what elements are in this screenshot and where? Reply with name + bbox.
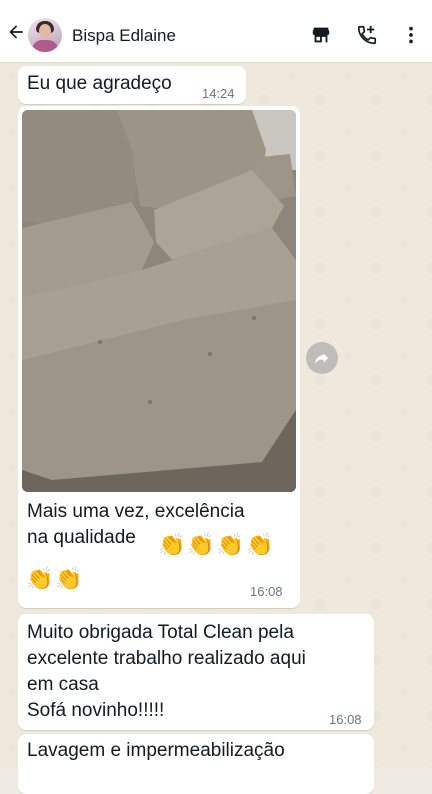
message-time: 16:08 — [329, 712, 362, 727]
chat-header: Bispa Edlaine — [0, 0, 432, 62]
message-text: Eu que agradeço — [27, 73, 172, 94]
storefront-icon[interactable] — [310, 24, 332, 46]
avatar[interactable] — [28, 18, 62, 52]
message-time: 14:24 — [202, 86, 235, 101]
arrow-left-icon[interactable] — [6, 22, 26, 42]
message-text: Muito obrigada Total Clean pela excelent… — [27, 622, 306, 721]
contact-name[interactable]: Bispa Edlaine — [72, 26, 176, 46]
image-message-bubble[interactable]: Mais uma vez, excelência na qualidade 👏👏… — [18, 106, 300, 608]
message-time: 16:08 — [250, 584, 283, 599]
add-call-icon[interactable] — [356, 24, 378, 46]
more-vertical-icon[interactable] — [400, 24, 422, 46]
message-text: Lavagem e impermeabilização — [27, 740, 285, 761]
sofa-image — [22, 110, 296, 492]
clap-emojis: 👏👏 — [26, 566, 85, 591]
message-bubble[interactable]: Lavagem e impermeabilização — [18, 734, 374, 794]
forward-button[interactable] — [306, 342, 338, 374]
message-bubble[interactable]: Muito obrigada Total Clean pela excelent… — [18, 614, 374, 730]
forward-icon — [315, 353, 328, 364]
clap-emojis-inline: 👏👏👏👏 — [158, 532, 276, 557]
sofa-photo[interactable] — [22, 110, 296, 492]
message-bubble[interactable]: Eu que agradeço 14:24 — [18, 66, 246, 104]
